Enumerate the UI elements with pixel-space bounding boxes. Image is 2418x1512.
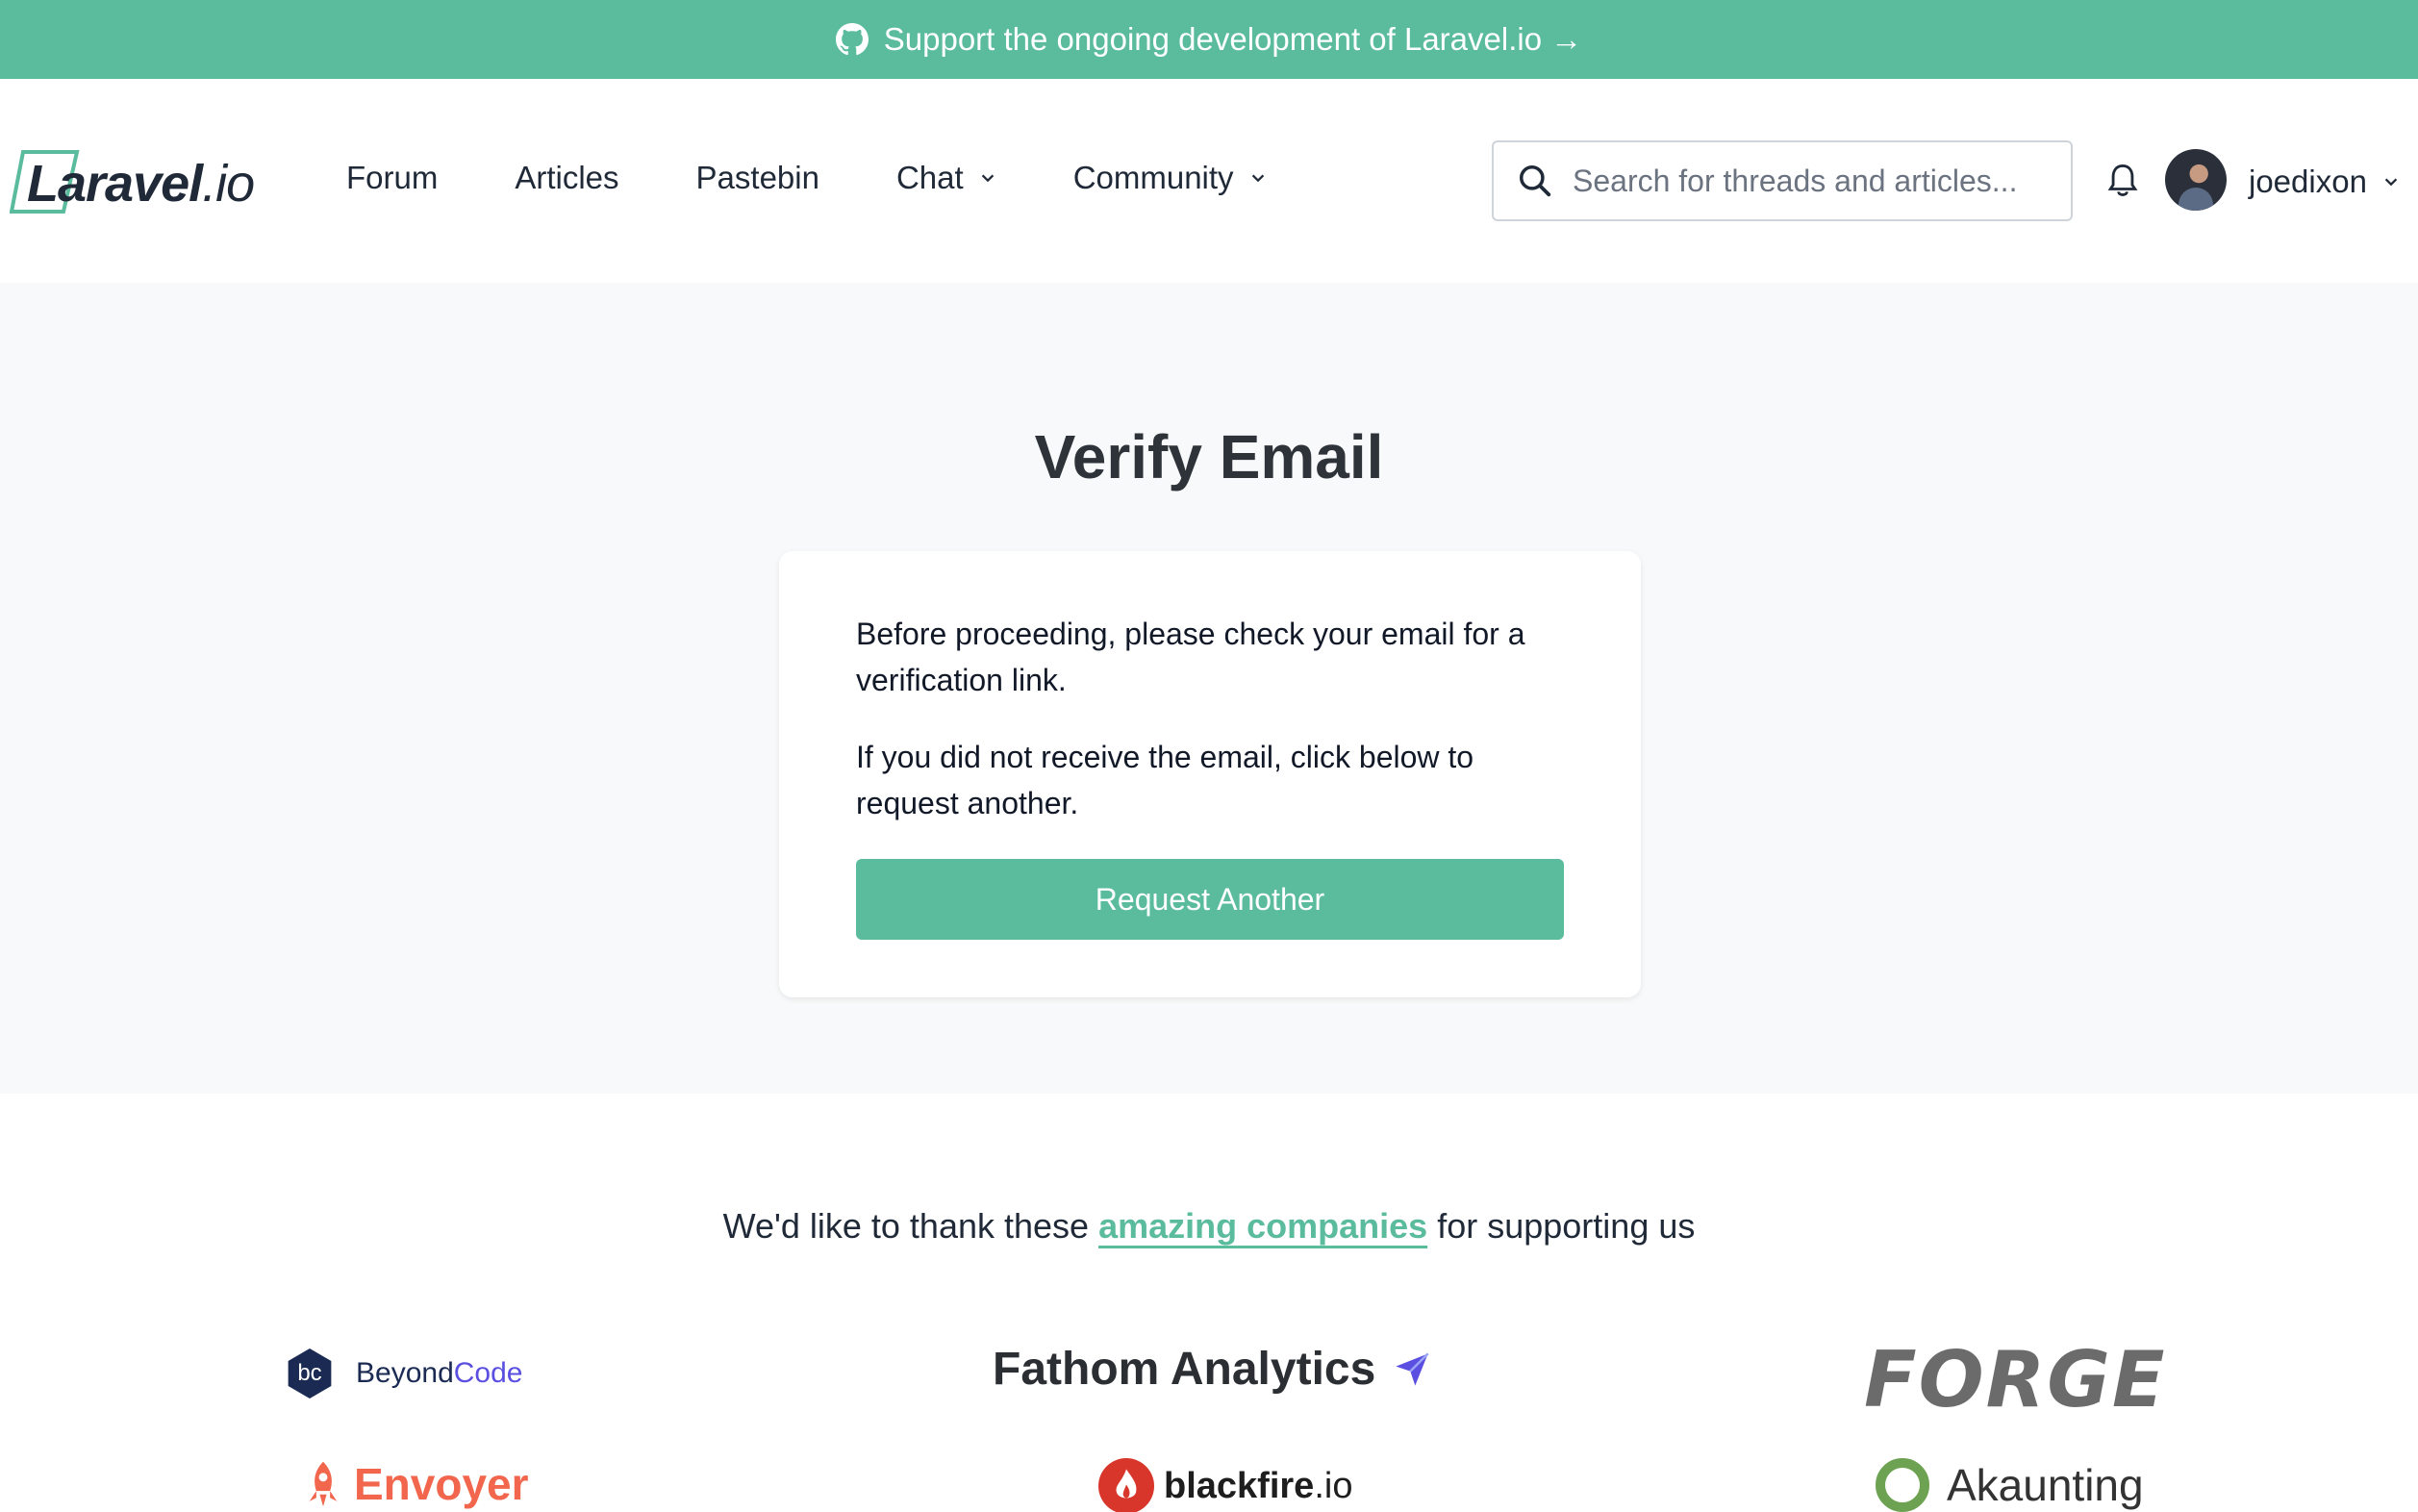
site-header: Laravel.io Forum Articles Pastebin Chat …: [0, 79, 2418, 283]
chevron-down-icon: [981, 174, 994, 183]
sponsors-intro-after: for supporting us: [1437, 1206, 1696, 1246]
nav-articles[interactable]: Articles: [515, 160, 618, 196]
beyondcode-logo-badge: bc: [288, 1348, 332, 1399]
nav-pastebin-label: Pastebin: [695, 160, 819, 195]
nav-articles-label: Articles: [515, 160, 619, 195]
fathom-name: Fathom Analytics: [993, 1344, 1376, 1395]
verify-card: Before proceeding, please check your ema…: [779, 551, 1641, 997]
akaunting-name: Akaunting: [1947, 1460, 2144, 1510]
nav-forum-label: Forum: [346, 160, 439, 195]
blackfire-suffix: .io: [1314, 1465, 1353, 1506]
search-icon: [1520, 165, 1551, 197]
avatar[interactable]: [2165, 149, 2227, 211]
main-nav: Forum Articles Pastebin Chat Community: [346, 160, 1344, 196]
github-icon: [835, 23, 869, 56]
logo-wordmark: Laravel: [27, 155, 203, 213]
sponsor-forge[interactable]: FORGE: [1864, 1335, 2167, 1424]
laravelio-logo[interactable]: Laravel.io: [10, 148, 274, 215]
blackfire-name: blackfire: [1164, 1465, 1315, 1506]
sponsors-intro: We'd like to thank these amazing compani…: [0, 1206, 2418, 1247]
resend-instructions: If you did not receive the email, click …: [856, 740, 1474, 820]
support-banner[interactable]: Support the ongoing development of Larav…: [0, 0, 2418, 79]
nav-community[interactable]: Community: [1073, 160, 1267, 196]
sponsor-fathom[interactable]: Fathom Analytics: [993, 1343, 1431, 1396]
sponsors-intro-before: We'd like to thank these: [722, 1206, 1090, 1246]
sponsor-beyondcode[interactable]: bc Beyond Code: [285, 1348, 522, 1399]
akaunting-logo-icon: [1876, 1458, 1929, 1512]
forge-name: FORGE: [1864, 1335, 2167, 1424]
support-banner-link[interactable]: Support the ongoing development of Larav…: [884, 21, 1582, 58]
user-menu[interactable]: joedixon: [2249, 164, 2400, 200]
chevron-down-icon: [2384, 178, 2398, 187]
paper-plane-icon: [1396, 1351, 1429, 1386]
nav-forum[interactable]: Forum: [346, 160, 438, 196]
request-another-button[interactable]: Request Another: [856, 859, 1564, 940]
envoyer-name: Envoyer: [354, 1459, 529, 1509]
sponsor-blackfire[interactable]: blackfire .io: [1098, 1458, 1352, 1512]
logo-suffix: .io: [202, 155, 255, 213]
username-label: joedixon: [2249, 164, 2367, 199]
beyondcode-name-b: Code: [453, 1357, 523, 1389]
bell-icon[interactable]: [2106, 162, 2139, 200]
nav-chat-label: Chat: [895, 160, 964, 195]
verify-instructions: Before proceeding, please check your ema…: [856, 617, 1525, 697]
nav-chat[interactable]: Chat: [896, 160, 996, 196]
nav-community-label: Community: [1072, 160, 1234, 195]
flame-icon: [1098, 1458, 1154, 1512]
sponsor-akaunting[interactable]: Akaunting: [1876, 1458, 2144, 1512]
main-content: Verify Email Before proceeding, please c…: [0, 283, 2418, 1094]
search-box[interactable]: [1492, 140, 2073, 221]
chevron-down-icon: [1251, 174, 1264, 183]
sponsor-envoyer[interactable]: Envoyer: [302, 1458, 529, 1510]
search-input[interactable]: [1573, 163, 2053, 199]
nav-pastebin[interactable]: Pastebin: [696, 160, 819, 196]
amazing-companies-link[interactable]: amazing companies: [1098, 1206, 1427, 1246]
page-title: Verify Email: [1034, 422, 1384, 491]
beyondcode-name-a: Beyond: [356, 1357, 454, 1389]
rocket-icon: [309, 1461, 338, 1507]
